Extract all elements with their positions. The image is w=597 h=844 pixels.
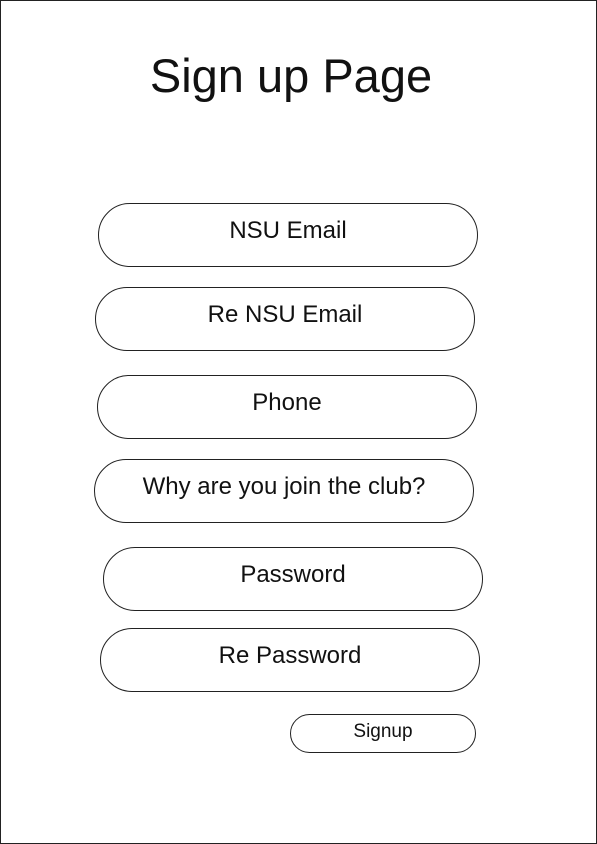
signup-button-label: Signup — [353, 721, 413, 742]
password-label: Password — [240, 561, 346, 588]
re-password-label: Re Password — [218, 642, 362, 669]
phone-label: Phone — [252, 389, 322, 416]
password-field[interactable]: Password — [103, 547, 483, 611]
re-nsu-email-label: Re NSU Email — [207, 301, 363, 328]
phone-field[interactable]: Phone — [97, 375, 477, 439]
signup-button[interactable]: Signup — [290, 714, 476, 753]
nsu-email-label: NSU Email — [229, 217, 347, 244]
page-title: Sign up Page — [149, 49, 433, 102]
re-password-field[interactable]: Re Password — [100, 628, 480, 692]
nsu-email-field[interactable]: NSU Email — [98, 203, 478, 267]
re-nsu-email-field[interactable]: Re NSU Email — [95, 287, 475, 351]
join-reason-field[interactable]: Why are you join the club? — [94, 459, 474, 523]
join-reason-label: Why are you join the club? — [142, 473, 426, 500]
